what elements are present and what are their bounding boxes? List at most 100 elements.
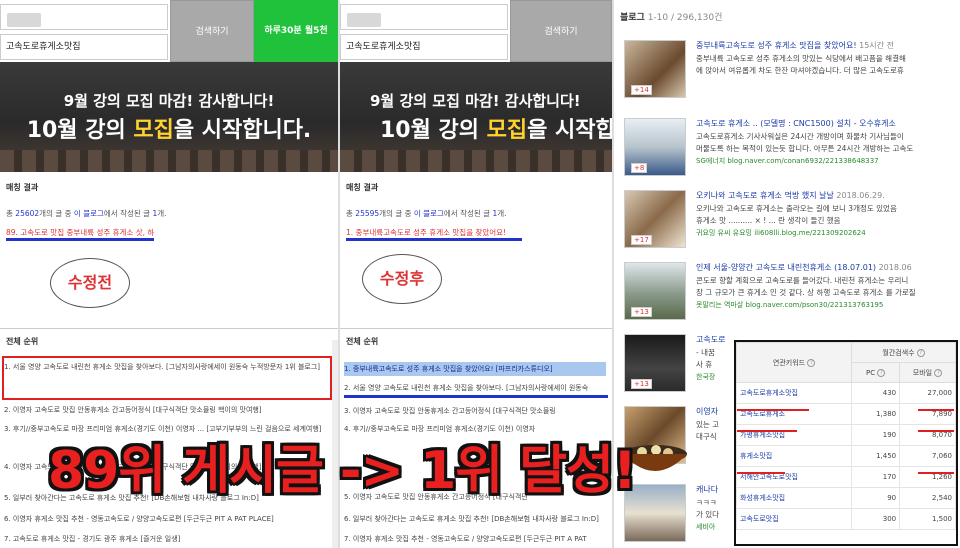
banner-image[interactable]: 9월 강의 모집 마감! 감사합니다! 10월 강의 모집을 시작합니다. [0,62,338,172]
rank-row-3[interactable]: 3. 이영자 고속도로 맛집 안동휴게소 간고등어정식 [대구식객단 맛소믈링 [344,404,556,418]
table-row[interactable]: 휴게소맛집 1,450 7,060 [735,445,956,467]
thumbnail[interactable]: +17 [624,190,686,248]
result-title[interactable]: 인제 서울-양양간 고속도로 내린천휴게소 (18.07.01) 2018.06 [696,262,912,273]
thumbnail[interactable]: +13 [624,334,686,392]
table-row[interactable]: 서해안고속도로맛집 170 1,260 [735,466,956,488]
result-desc: ㅋㅋㅋ [696,498,717,507]
result-desc: 대구식 [696,432,717,441]
blog-result-2[interactable]: +8 고속도로 휴게소 .. (모델명 : CNC1500) 설치 - 오수휴게… [624,118,960,190]
after-bubble: 수정후 [362,254,442,304]
col-mobile[interactable]: 모바일 ? [899,362,956,383]
photo-count-badge: +17 [631,235,652,245]
photo-count-badge: +14 [631,85,652,95]
result-desc: 에 앉아서 여유롭게 차도 한잔 마셔야겠습니다. 더 많은 고속도로휴 [696,66,904,75]
result-url[interactable]: SG에너지 blog.naver.com/conan6932/221338648… [696,156,879,166]
rank-row-2[interactable]: 2. 이영자 고속도로 맛집 안동휴게소 간고등어정식 [대구식객단 맛소믈링 … [4,403,262,417]
result-url[interactable]: 못말리는 역마살 blog.naver.com/pson30/221313763… [696,300,883,310]
result-url[interactable]: 귀요밍 유씨 유요밍 ili608lli.blog.me/22130920262… [696,228,866,238]
rank-underline [344,395,608,398]
match-line[interactable]: 1. 중부내륙고속도로 성주 휴게소 맛집을 찾았어요! [346,227,506,238]
result-title[interactable]: 고속도로 휴게소 .. (모델명 : CNC1500) 설치 - 오수휴게소 [696,118,896,129]
result-desc: 고속도로휴게소 기사사워실은 24시간 개방이며 화물차 기사님들이 [696,132,904,141]
red-underline [737,430,797,432]
rank-section-title: 전체 순위 [346,337,379,346]
photo-count-badge: +8 [631,163,648,173]
red-underline [918,472,954,474]
table-row[interactable]: 가평휴게소맛집 190 8,070 [735,424,956,446]
result-desc: 오키나와 고속도로 휴게소는 출라오는 길에 보니 3개정도 있었음 [696,204,897,213]
before-bubble: 수정전 [50,258,130,308]
match-count: 총 25595개의 글 중 이 블로그에서 작성된 글 1개. [346,209,507,218]
thumbnail[interactable]: +14 [624,40,686,98]
result-desc: 콘도로 향할 계획으로 고속도로를 들어갔다. 내린천 휴게소는 우리니 [696,276,909,285]
blog-result-4[interactable]: +13 인제 서울-양양간 고속도로 내린천휴게소 (18.07.01) 201… [624,262,960,334]
result-title[interactable]: 중부내륙고속도로 성주 휴게소 맛집을 찾았어요! 15시간 전 [696,40,894,51]
keyword-table: 연관키워드 ? 월간검색수 ? PC ? 모바일 ? 고속도로휴게소맛집 430 2… [735,342,956,530]
match-section-title: 매칭 결과 [6,183,39,192]
red-underline [918,409,954,411]
search-input[interactable]: 고속도로휴게소맛집 [340,34,508,60]
red-underline [737,409,809,411]
result-url[interactable]: 한국장 [696,372,715,382]
blog-result-1[interactable]: +14 중부내륙고속도로 성주 휴게소 맛집을 찾았어요! 15시간 전 중부내… [624,40,960,112]
result-desc: 중부내륙 고속도로 성주 휴게소의 맛있는 식당에서 배고픔을 해결해 [696,54,906,63]
match-section-title: 매칭 결과 [346,183,379,192]
col-monthly: 월간검색수 ? [851,342,956,363]
search-button[interactable]: 검색하기 [170,0,254,62]
photo-count-badge: +13 [631,379,652,389]
banner-image[interactable]: 9월 강의 모집 마감! 감사합니다! 10월 강의 모집을 시작합니다. [340,62,612,172]
rank-section-title: 전체 순위 [6,337,39,346]
result-url[interactable]: 세비아 [696,522,715,532]
blog-header: 블로그 1-10 / 296,130건 [620,13,723,23]
table-row[interactable]: 화성휴게소맛집 90 2,540 [735,487,956,509]
sort-icon[interactable]: ? [877,368,886,377]
chairs-decoration [340,150,612,172]
search-button[interactable]: 검색하기 [510,0,612,62]
table-row[interactable]: 고속도로휴게소 1,380 7,890 [735,403,956,425]
result-title[interactable]: 고속도로 [696,334,725,345]
rank-row-1[interactable]: 1. 중부내륙고속도로 성주 휴게소 맛집을 찾았어요! [파프리카스튜디오] [344,362,553,376]
match-line[interactable]: 89. 고속도로 맛집 중부내륙 성주 휴게소 삿, 하 [6,227,154,238]
overlay-headline: 89위 게시글 -> 1위 달성! [48,441,637,501]
result-title[interactable]: 이영자 [696,406,718,417]
sort-icon[interactable]: ? [934,368,943,377]
match-underline [6,238,154,241]
result-desc: 휴게소 맛 .......... × ! ... 란 생각이 들긴 했음 [696,216,841,225]
rank-row-2[interactable]: 2. 서울 영양 고속도로 내린천 휴게소 맛집을 찾아보다. [그남자의사랑에… [344,381,588,395]
info-icon[interactable]: ? [916,348,925,357]
keyword-volume-table: 연관키워드 ? 월간검색수 ? PC ? 모바일 ? 고속도로휴게소맛집 430 2… [734,340,958,546]
divider [340,328,612,329]
table-row[interactable]: 고속도로휴게소맛집 430 27,000 [735,382,956,404]
blurred-field[interactable] [0,4,168,30]
rank-row-7[interactable]: 7. 고속도로 휴게소 맛집 - 경기도 광주 휴게소 [즐거운 일생] [4,532,180,546]
result-title[interactable]: 캐나다 [696,484,718,495]
thumbnail[interactable]: +8 [624,118,686,176]
divider [0,328,338,329]
rank-row-6[interactable]: 6. 이영자 휴게소 맛집 추천 - 영동고속도로 / 양양고속도로편 [두근두… [4,512,274,526]
photo-count-badge: +13 [631,307,652,317]
chairs-decoration [0,150,338,172]
blurred-field[interactable] [340,4,508,30]
result-desc: 있는 고 [696,420,720,429]
col-pc[interactable]: PC ? [851,362,901,383]
promo-button[interactable]: 하루30분 월5천 [254,0,338,62]
search-input[interactable]: 고속도로휴게소맛집 [0,34,168,60]
result-desc: 머물도록 하는 목적이 있는듯 합니다. 아무튼 24시간 개방하는 고속도 [696,144,914,153]
result-title[interactable]: 오키나와 고속도로 휴게소 먹방 했지 날날 2018.06.29. [696,190,885,201]
info-icon[interactable]: ? [807,358,816,367]
rank-row-7[interactable]: 7. 이영자 휴게소 맛집 추천 - 영동고속도로 / 양양고속도로편 [두근두… [344,532,587,546]
result-desc: 장 그 규모가 큰 휴게소 인 것 같다. 상 하행 고속도로 휴게소 를 가로… [696,288,916,297]
match-count: 총 25602개의 글 중 이 블로그에서 작성된 글 1개. [6,209,167,218]
banner-line1: 9월 강의 모집 마감! 감사합니다! [370,92,581,110]
table-row[interactable]: 고속도로맛집 300 1,500 [735,508,956,530]
col-keyword: 연관키워드 ? [735,342,853,383]
thumbnail[interactable]: +13 [624,262,686,320]
red-underline [737,472,785,474]
banner-line2: 10월 강의 모집을 시작합니다. [26,118,312,143]
rank-row-6[interactable]: 6. 일부러 찾아간다는 고속도로 휴게소 맛집 추천! [DB손해보험 내차사… [344,512,599,526]
blog-result-3[interactable]: +17 오키나와 고속도로 휴게소 먹방 했지 날날 2018.06.29. 오… [624,190,960,262]
rank-row-1[interactable]: 1. 서울 영양 고속도로 내린천 휴게소 맛집을 찾아보다. [그남자의사랑에… [4,361,322,391]
match-underline [346,238,522,241]
banner-line1: 9월 강의 모집 마감! 감사합니다! [63,92,275,110]
blurred-text [7,13,41,27]
